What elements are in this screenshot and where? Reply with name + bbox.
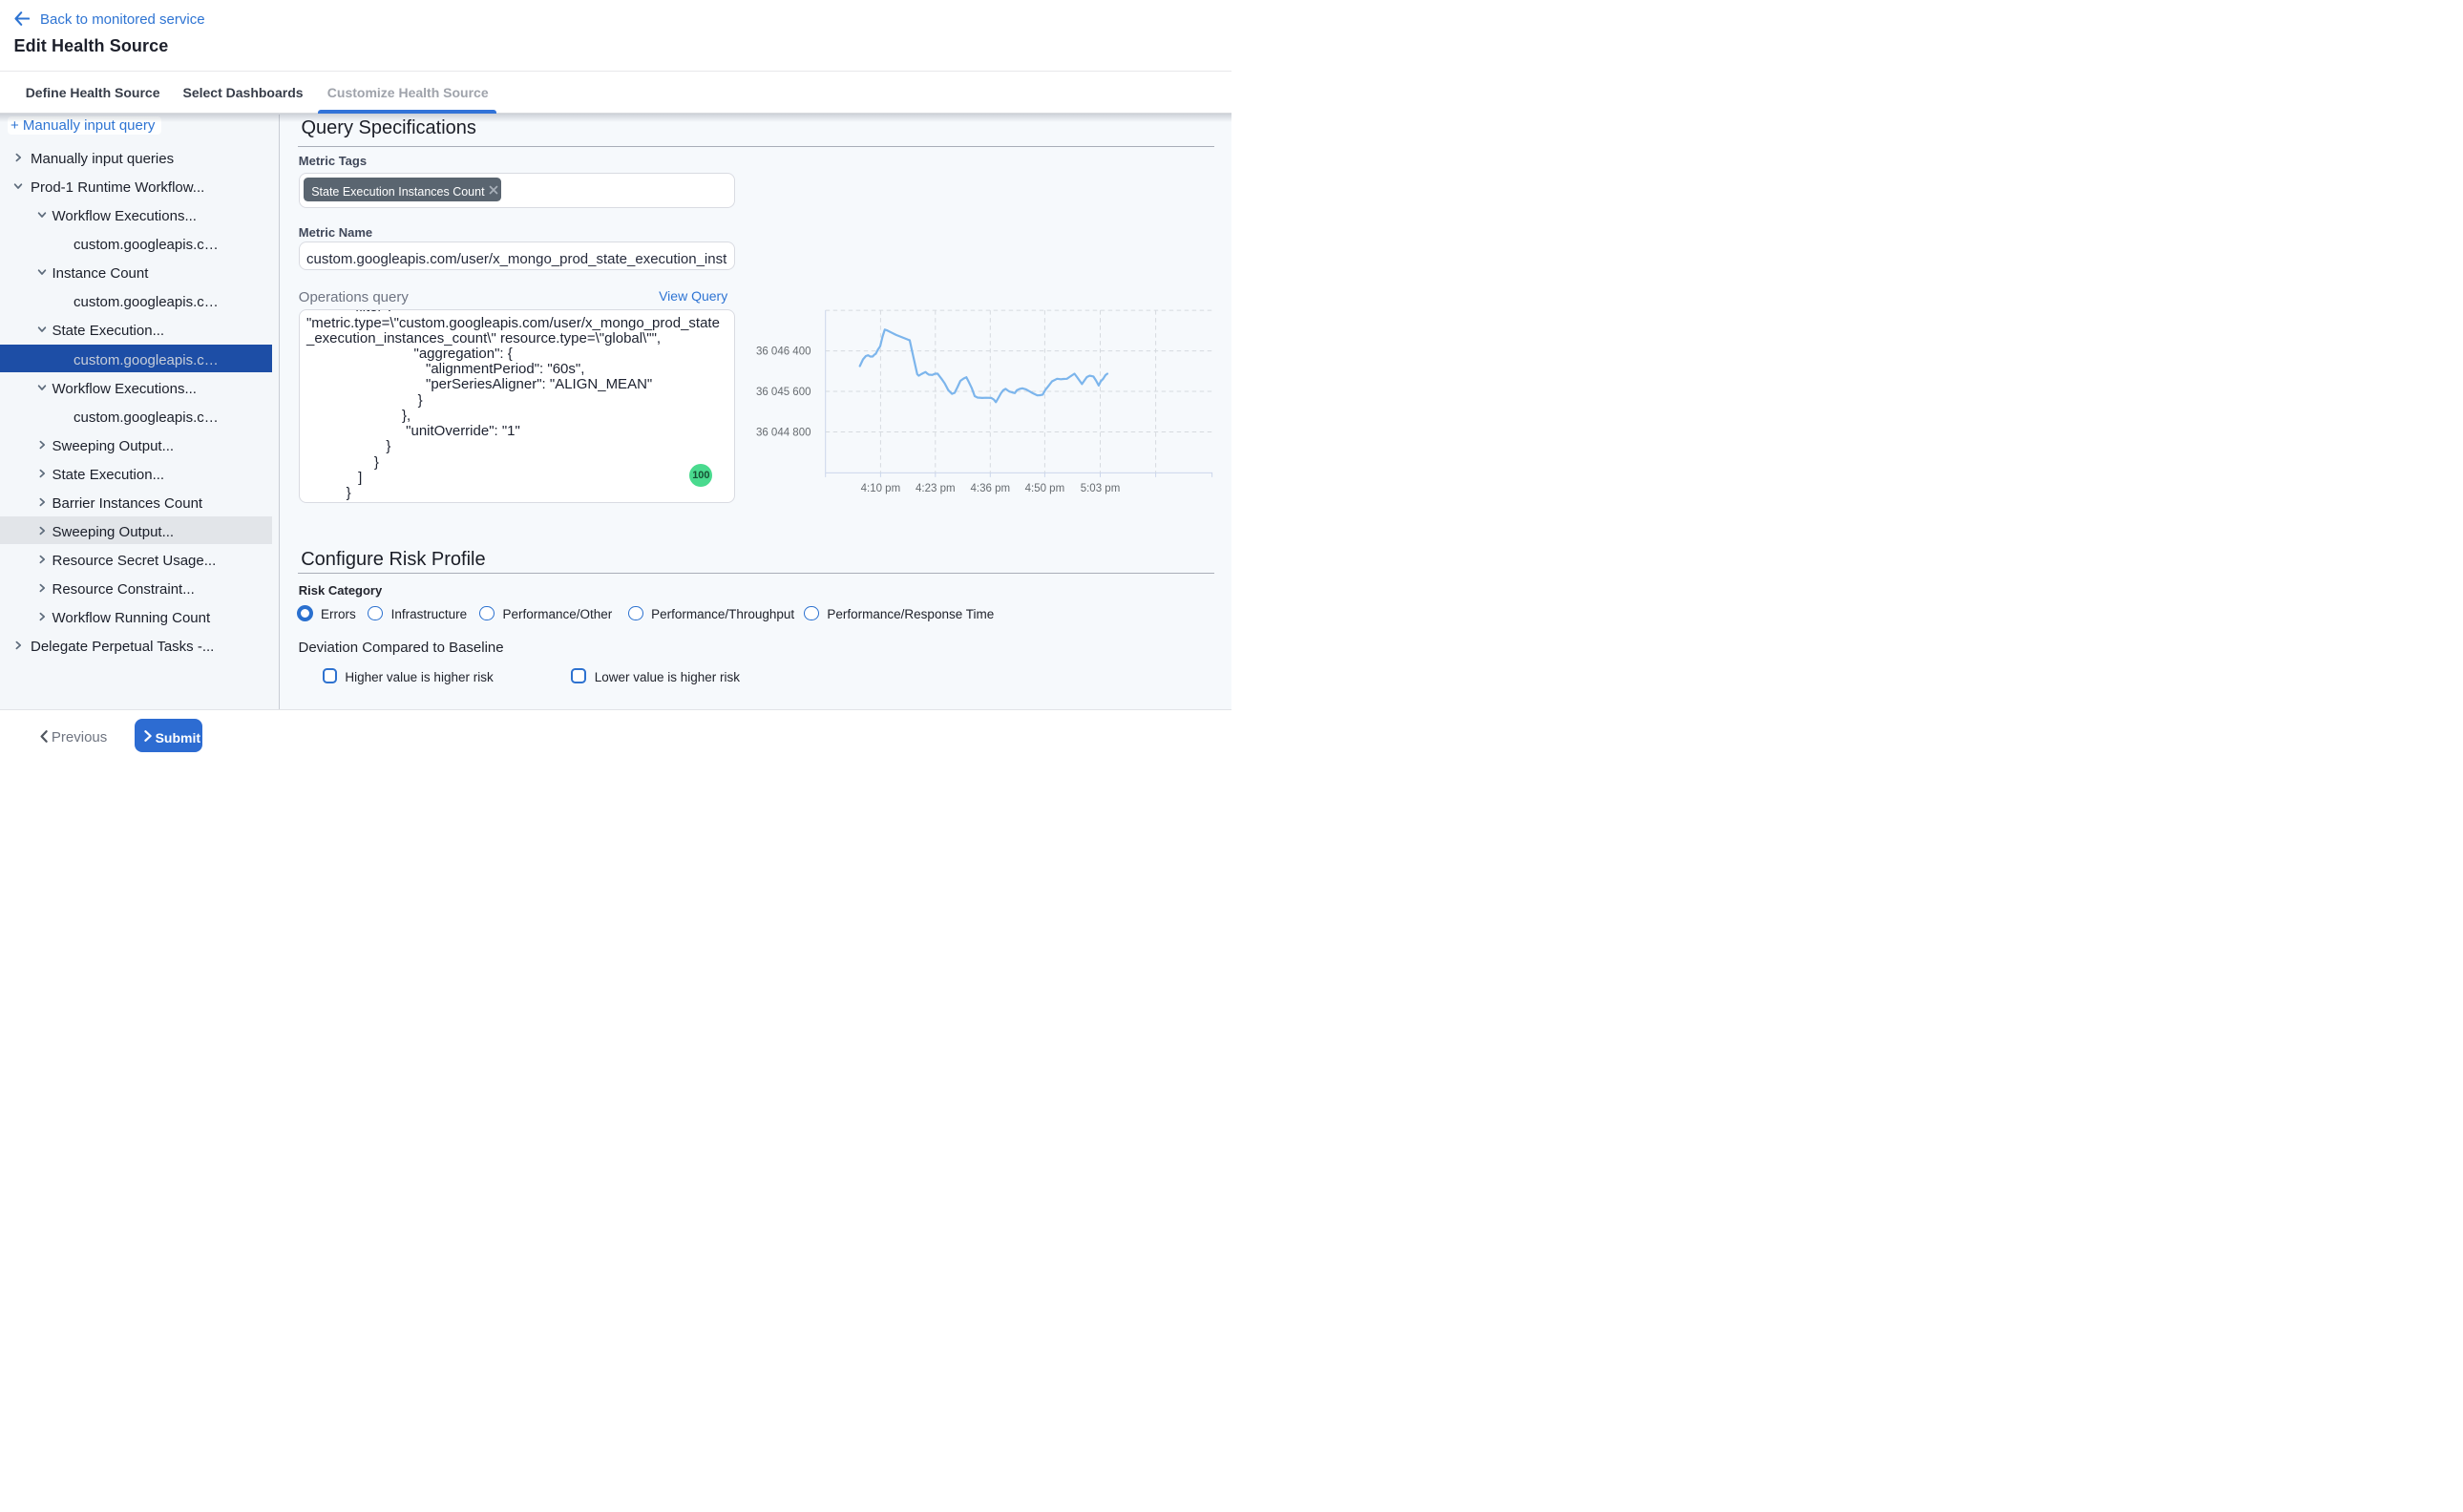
svg-text:36 044 800: 36 044 800 bbox=[756, 427, 811, 438]
svg-text:36 045 600: 36 045 600 bbox=[756, 387, 811, 398]
svg-text:5:03 pm: 5:03 pm bbox=[1081, 483, 1121, 494]
svg-text:4:50 pm: 4:50 pm bbox=[1025, 483, 1065, 494]
svg-text:36 046 400: 36 046 400 bbox=[756, 346, 811, 357]
svg-text:4:10 pm: 4:10 pm bbox=[861, 483, 901, 494]
svg-text:4:23 pm: 4:23 pm bbox=[916, 483, 956, 494]
svg-text:4:36 pm: 4:36 pm bbox=[971, 483, 1011, 494]
